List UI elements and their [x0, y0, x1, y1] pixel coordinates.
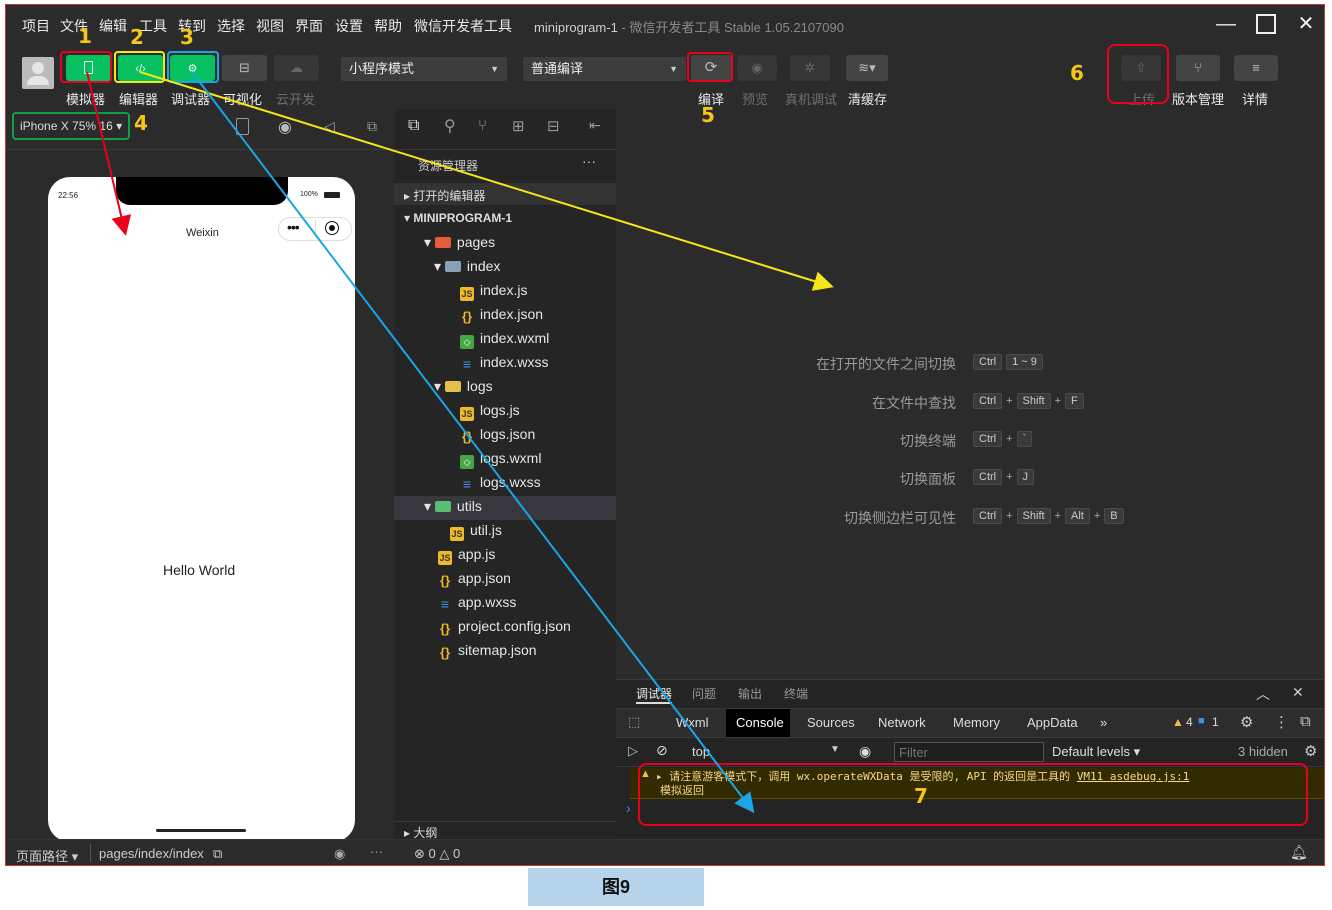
arrow-simulator	[86, 71, 132, 236]
arrow-debugger	[191, 71, 755, 814]
arrow-editor	[139, 71, 834, 291]
annotation-arrows	[86, 71, 834, 814]
figure-caption: 图9	[528, 868, 704, 906]
